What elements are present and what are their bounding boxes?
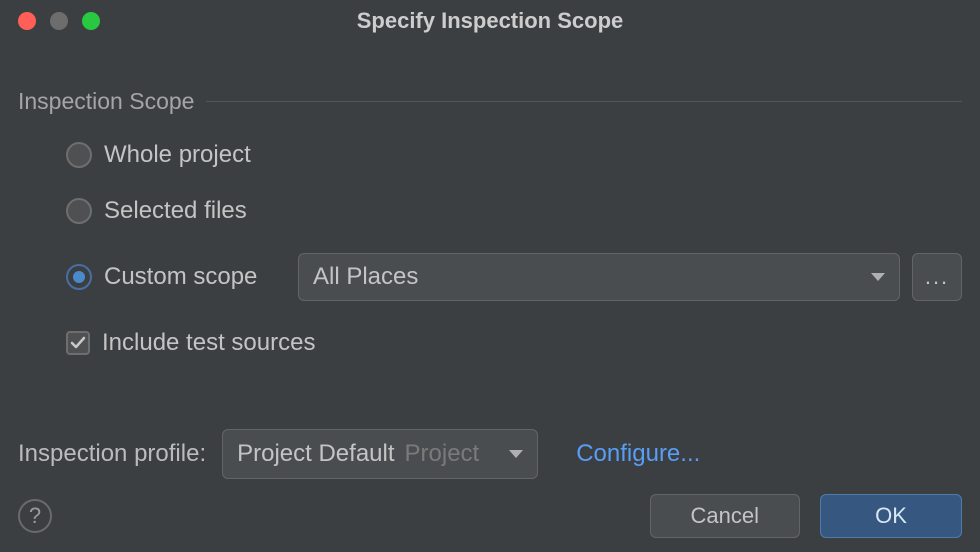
chevron-down-icon xyxy=(871,273,885,281)
custom-scope-combobox[interactable]: All Places xyxy=(298,253,900,301)
profile-subvalue: Project xyxy=(405,440,480,468)
close-window-button[interactable] xyxy=(18,12,36,30)
help-button[interactable]: ? xyxy=(18,499,52,533)
dialog-title: Specify Inspection Scope xyxy=(18,8,962,34)
cancel-button[interactable]: Cancel xyxy=(650,494,800,538)
minimize-window-button[interactable] xyxy=(50,12,68,30)
ellipsis-icon: ... xyxy=(925,264,949,290)
radio-label: Custom scope xyxy=(104,263,257,291)
chevron-down-icon xyxy=(509,450,523,458)
zoom-window-button[interactable] xyxy=(82,12,100,30)
radio-label: Selected files xyxy=(104,197,247,225)
scope-browse-button[interactable]: ... xyxy=(912,253,962,301)
ok-button[interactable]: OK xyxy=(820,494,962,538)
configure-link[interactable]: Configure... xyxy=(576,440,700,468)
radio-icon xyxy=(66,198,92,224)
radio-whole-project[interactable]: Whole project xyxy=(66,141,962,169)
section-header: Inspection Scope xyxy=(18,88,962,115)
combo-value: All Places xyxy=(313,263,418,291)
include-test-sources-checkbox[interactable]: Include test sources xyxy=(66,329,962,357)
profile-value: Project Default xyxy=(237,440,394,468)
section-label: Inspection Scope xyxy=(18,88,194,115)
radio-icon xyxy=(66,264,92,290)
titlebar: Specify Inspection Scope xyxy=(0,0,980,42)
checkbox-icon xyxy=(66,331,90,355)
traffic-lights xyxy=(18,12,100,30)
section-divider xyxy=(206,101,962,102)
radio-icon xyxy=(66,142,92,168)
radio-selected-files[interactable]: Selected files xyxy=(66,197,962,225)
radio-custom-scope[interactable]: Custom scope xyxy=(66,263,286,291)
help-icon: ? xyxy=(29,503,41,529)
checkbox-label: Include test sources xyxy=(102,329,315,357)
inspection-profile-combobox[interactable]: Project Default Project xyxy=(222,429,538,479)
radio-label: Whole project xyxy=(104,141,251,169)
inspection-profile-label: Inspection profile: xyxy=(18,440,206,468)
